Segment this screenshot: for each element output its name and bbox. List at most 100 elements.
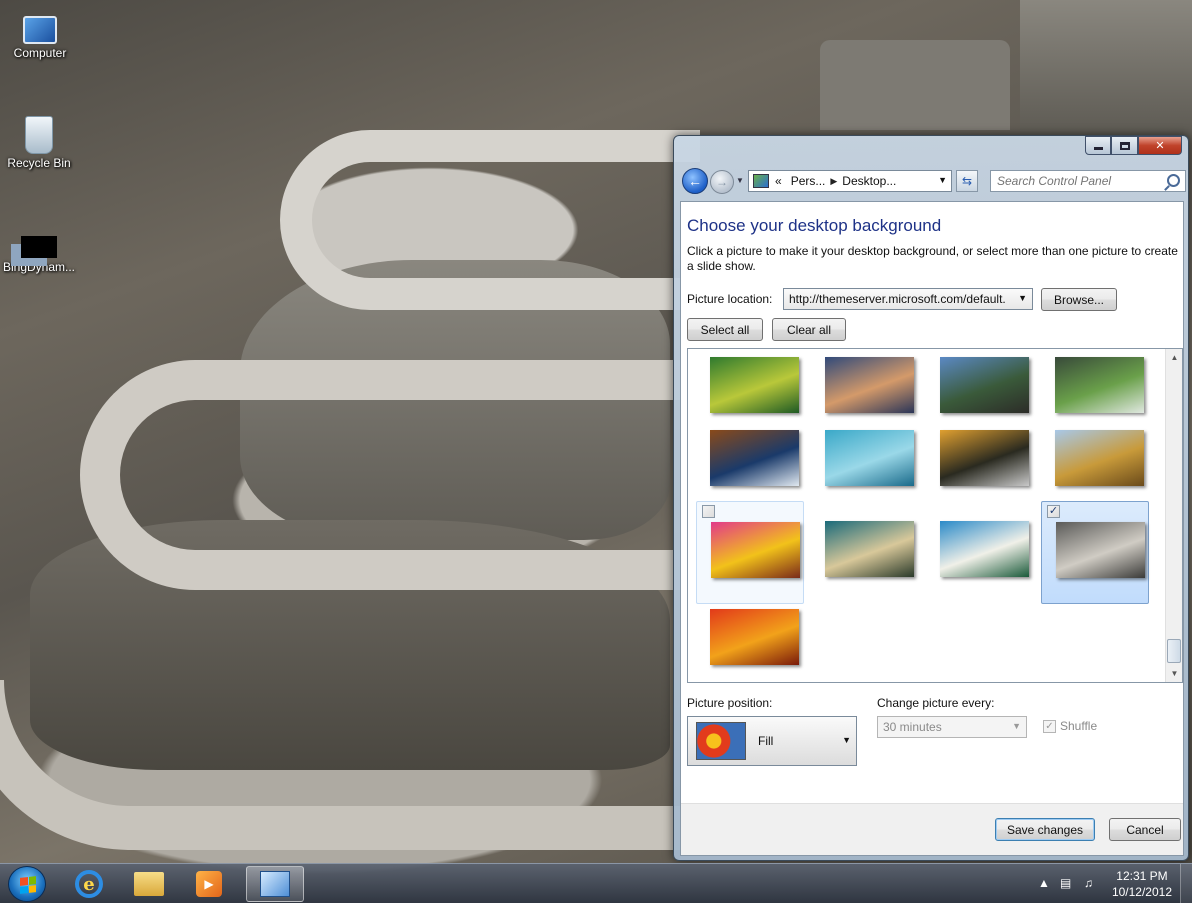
taskbar-media-player[interactable]: ▶: [180, 866, 238, 902]
search-box[interactable]: [990, 170, 1186, 192]
address-dropdown-arrow[interactable]: ▼: [938, 175, 947, 185]
picture-location-select[interactable]: http://themeserver.microsoft.com/default…: [783, 288, 1033, 310]
background-gallery: ✓ ▲ ▼: [687, 348, 1183, 683]
recent-pages-dropdown[interactable]: ▼: [736, 176, 746, 186]
close-button[interactable]: ✕: [1138, 136, 1182, 155]
gallery-grid: ✓: [688, 349, 1166, 682]
gallery-thumbnail[interactable]: ✓: [1041, 501, 1149, 604]
back-button[interactable]: ←: [682, 168, 708, 194]
picture-location-value: http://themeserver.microsoft.com/default…: [789, 292, 1006, 306]
scroll-down-button[interactable]: ▼: [1166, 665, 1182, 682]
search-input[interactable]: [997, 174, 1162, 188]
control-panel-icon: [753, 174, 769, 188]
maximize-button[interactable]: [1111, 136, 1138, 155]
close-icon: ✕: [1155, 140, 1165, 152]
scrollbar-thumb[interactable]: [1167, 639, 1181, 663]
computer-icon: [23, 16, 57, 44]
breadcrumb-overflow[interactable]: «: [775, 174, 782, 188]
shuffle-label: Shuffle: [1060, 719, 1098, 733]
windows-explorer-icon: [134, 872, 164, 896]
system-tray: ▲ ▤ ♫ 12:31 PM 10/12/2012: [1032, 864, 1192, 903]
chevron-down-icon: ▼: [1018, 293, 1027, 303]
wallpaper-road: [280, 130, 700, 310]
gallery-thumbnail[interactable]: [696, 589, 804, 682]
clock[interactable]: 12:31 PM 10/12/2012: [1112, 868, 1172, 900]
desktop-icon-recycle-bin[interactable]: Recycle Bin: [1, 116, 77, 170]
wallpaper-road: [0, 680, 680, 850]
thumbnail-image-coastal-waves: [710, 430, 799, 486]
save-changes-button[interactable]: Save changes: [995, 818, 1095, 841]
show-hidden-icons-icon[interactable]: ▲: [1038, 876, 1050, 890]
desktop-icon-label: Recycle Bin: [7, 156, 71, 170]
content-pane: Choose your desktop background Click a p…: [680, 201, 1184, 856]
thumbnail-image-autumn-lake-house: [940, 430, 1029, 486]
shuffle-checkbox[interactable]: ✓ Shuffle: [1043, 719, 1097, 733]
start-button[interactable]: [8, 866, 46, 902]
control-panel-icon: [260, 871, 290, 897]
thumbnail-checkbox[interactable]: [702, 505, 715, 518]
personalization-window: ✕ ← → ▼ « Pers... ▶ Desktop... ▼ ⇆ Choos…: [673, 135, 1189, 861]
show-desktop-button[interactable]: [1180, 864, 1192, 903]
search-icon[interactable]: [1167, 174, 1180, 187]
select-all-button[interactable]: Select all: [687, 318, 763, 341]
breadcrumb-item-desktop-background[interactable]: Desktop...: [842, 174, 896, 188]
thumbnail-checkbox[interactable]: ✓: [1047, 505, 1060, 518]
taskbar: e ▶ ▲ ▤ ♫ 12:31 PM 10/12/2012: [0, 863, 1192, 903]
gallery-scrollbar[interactable]: ▲ ▼: [1165, 349, 1182, 682]
picture-position-select[interactable]: Fill ▼: [687, 716, 857, 766]
thumbnail-image-white-beach-aerial: [940, 521, 1029, 577]
clock-time: 12:31 PM: [1116, 869, 1168, 883]
minimize-button[interactable]: [1085, 136, 1111, 155]
breadcrumb-chevron-icon[interactable]: ▶: [830, 176, 837, 187]
thumbnail-image-goats-on-rocks: [940, 357, 1029, 413]
clock-date: 10/12/2012: [1111, 885, 1172, 899]
picture-position-label: Picture position:: [687, 696, 773, 710]
thumbnail-image-desert-plateau: [825, 357, 914, 413]
picture-position-preview-icon: [696, 722, 746, 760]
desktop-icon-label: BingDynam...: [2, 260, 76, 274]
desktop-icon-bingdynamic[interactable]: BingDynam...: [1, 222, 77, 274]
chevron-down-icon: ▼: [842, 735, 851, 745]
desktop-icon-computer[interactable]: Computer: [2, 8, 78, 60]
desktop-icon-label: Computer: [13, 46, 67, 60]
refresh-button[interactable]: ⇆: [956, 170, 978, 192]
thumbnail-image-turquoise-pools: [825, 430, 914, 486]
back-arrow-icon: ←: [688, 173, 702, 189]
cancel-button[interactable]: Cancel: [1109, 818, 1181, 841]
wallpaper-rock: [1020, 0, 1192, 140]
breadcrumb-item-personalization[interactable]: Pers...: [791, 174, 826, 188]
gallery-thumbnail[interactable]: [926, 501, 1034, 604]
address-bar[interactable]: « Pers... ▶ Desktop... ▼: [748, 170, 952, 192]
change-picture-label: Change picture every:: [877, 696, 995, 710]
change-picture-interval-select[interactable]: 30 minutes ▼: [877, 716, 1027, 738]
recycle-bin-icon: [25, 116, 53, 154]
clear-all-button[interactable]: Clear all: [772, 318, 846, 341]
taskbar-internet-explorer[interactable]: e: [60, 866, 118, 902]
thumbnail-image-winding-mountain-road: [1056, 522, 1145, 578]
minimize-icon: [1093, 147, 1103, 150]
taskbar-control-panel[interactable]: [246, 866, 304, 902]
picture-location-label: Picture location:: [687, 292, 773, 306]
thumbnail-image-rambutan-fruit: [710, 609, 799, 665]
gallery-thumbnail[interactable]: [811, 501, 919, 604]
volume-icon[interactable]: ♫: [1084, 876, 1093, 890]
network-icon[interactable]: ▤: [1060, 876, 1071, 890]
taskbar-windows-explorer[interactable]: [120, 866, 178, 902]
thumbnail-image-waterfall-cliffs: [1055, 357, 1144, 413]
browse-button[interactable]: Browse...: [1041, 288, 1117, 311]
forward-button[interactable]: →: [710, 170, 734, 194]
scroll-up-button[interactable]: ▲: [1166, 349, 1182, 366]
forward-arrow-icon: →: [716, 175, 728, 189]
wallpaper-road: [80, 360, 680, 590]
wallpaper-bridge: [820, 40, 1010, 130]
refresh-icon: ⇆: [961, 174, 973, 188]
thumbnail-image-caracal-savanna: [1055, 430, 1144, 486]
chevron-down-icon: ▼: [1012, 721, 1021, 731]
thumbnail-image-coral-pink-yellow: [711, 522, 800, 578]
picture-position-value: Fill: [758, 734, 774, 748]
change-picture-value: 30 minutes: [883, 720, 942, 734]
thumbnail-image-striped-fish: [825, 521, 914, 577]
page-title: Choose your desktop background: [687, 216, 942, 235]
internet-explorer-icon: e: [75, 870, 103, 898]
dialog-footer: Save changes Cancel: [681, 803, 1183, 855]
